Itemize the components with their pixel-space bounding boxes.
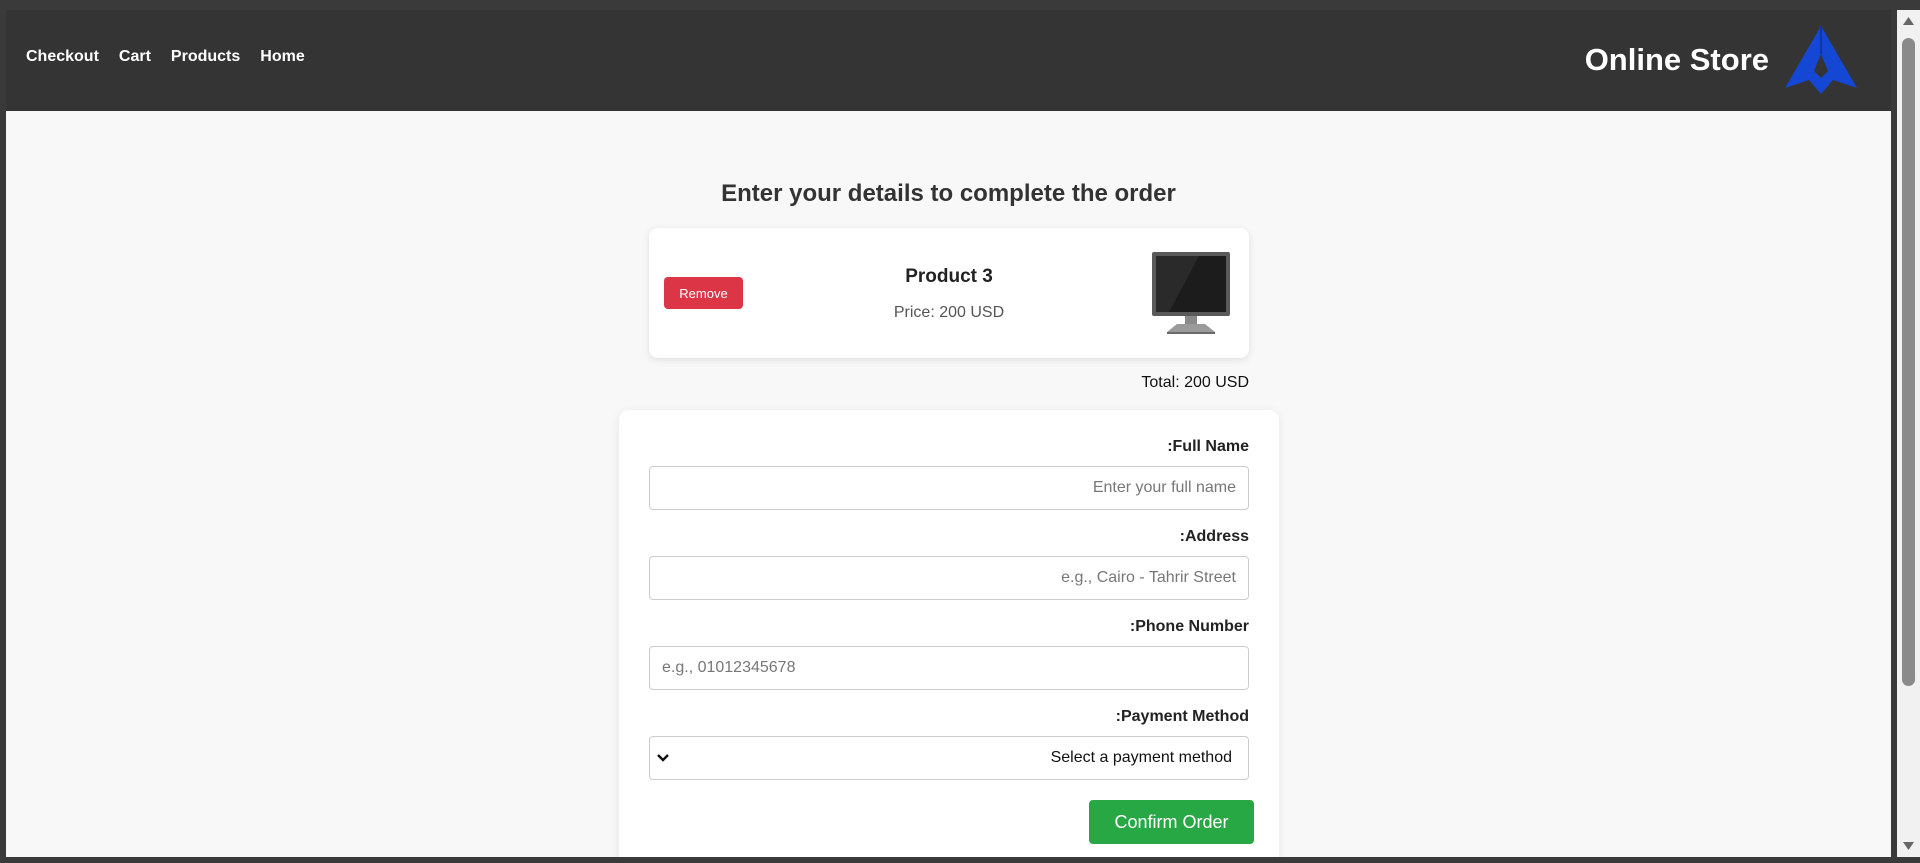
page-title: Enter your details to complete the order bbox=[721, 180, 1176, 207]
payment-method-select[interactable]: Select a payment method bbox=[649, 736, 1249, 780]
product-info: Product 3 Price: 200 USD bbox=[799, 266, 1099, 322]
scrollbar-thumb[interactable] bbox=[1902, 38, 1915, 686]
full-name-label: :Full Name bbox=[1167, 438, 1249, 455]
address-input[interactable] bbox=[649, 556, 1249, 600]
nav-links: Checkout Cart Products Home bbox=[26, 48, 305, 66]
store-logo-icon bbox=[1785, 26, 1857, 94]
address-label: :Address bbox=[1179, 528, 1249, 545]
product-price: Price: 200 USD bbox=[893, 304, 1005, 321]
order-total: Total: 200 USD bbox=[1141, 374, 1249, 391]
confirm-order-button[interactable]: Confirm Order bbox=[1089, 800, 1254, 844]
nav-link-home[interactable]: Home bbox=[260, 48, 304, 66]
nav-link-cart[interactable]: Cart bbox=[119, 48, 151, 66]
brand[interactable]: Online Store bbox=[1585, 24, 1861, 96]
scroll-up-arrow-icon[interactable] bbox=[1902, 16, 1915, 26]
scroll-down-arrow-icon[interactable] bbox=[1902, 841, 1915, 851]
nav-link-checkout[interactable]: Checkout bbox=[26, 48, 99, 66]
vertical-scrollbar[interactable] bbox=[1897, 10, 1920, 857]
payment-method-value: Select a payment method bbox=[1050, 749, 1232, 766]
phone-input[interactable] bbox=[649, 646, 1249, 690]
navbar: Checkout Cart Products Home Online Store bbox=[6, 10, 1891, 111]
remove-button[interactable]: Remove bbox=[664, 277, 743, 309]
chevron-down-icon bbox=[657, 754, 669, 762]
brand-title: Online Store bbox=[1584, 42, 1769, 77]
monitor-icon bbox=[1152, 252, 1230, 334]
cart-item-card: Remove Product 3 Price: 200 USD bbox=[649, 228, 1249, 358]
browser-viewport: Checkout Cart Products Home Online Store… bbox=[6, 10, 1891, 857]
product-name: Product 3 bbox=[905, 266, 993, 287]
payment-method-label: :Payment Method bbox=[1115, 708, 1249, 725]
checkout-form: :Full Name :Address :Phone Number :Payme… bbox=[619, 410, 1279, 857]
nav-link-products[interactable]: Products bbox=[171, 48, 240, 66]
full-name-input[interactable] bbox=[649, 466, 1249, 510]
phone-label: :Phone Number bbox=[1129, 618, 1249, 635]
